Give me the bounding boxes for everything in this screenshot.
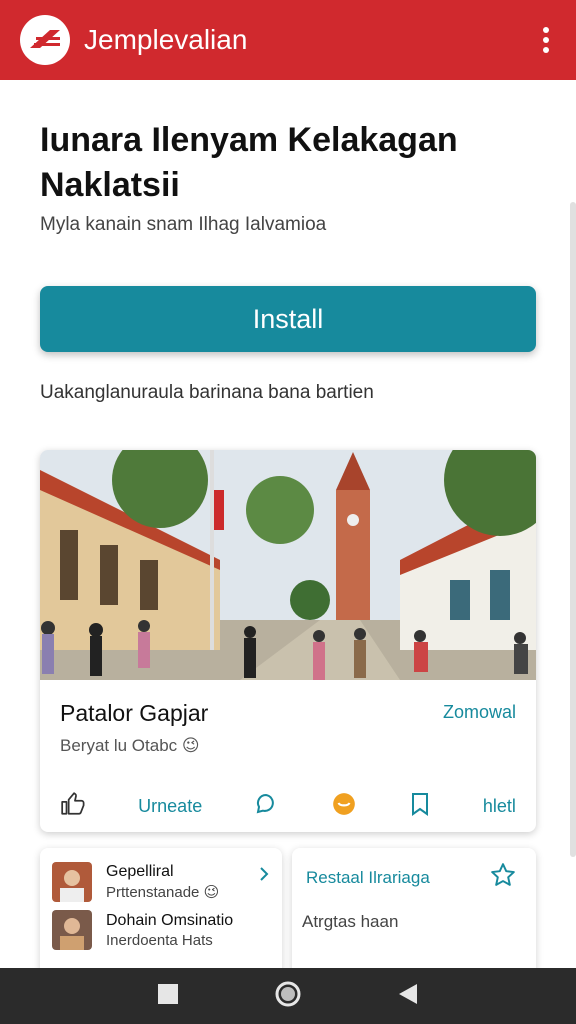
recents-square-icon[interactable] xyxy=(157,983,179,1010)
chat-bubble-icon[interactable] xyxy=(254,792,278,821)
card-actions: Urneate hletl xyxy=(40,786,536,826)
list-item-subtitle: Prttenstanade 😉 xyxy=(106,883,219,901)
back-triangle-icon[interactable] xyxy=(397,982,419,1011)
wink-emoji: 😉 xyxy=(203,884,220,901)
list-item-subtitle: Inerdoenta Hats xyxy=(106,931,213,949)
list-card: Gepelliral Prttenstanade 😉 Dohain Omsina… xyxy=(40,848,282,978)
bookmark-icon[interactable] xyxy=(409,792,431,821)
chevron-right-icon[interactable] xyxy=(258,866,270,887)
wink-emoji: 😉 xyxy=(181,736,200,755)
list-item-subtitle-text: Prttenstanade xyxy=(106,884,200,901)
brand-logo-icon[interactable] xyxy=(20,15,70,65)
emoji-heart-icon[interactable] xyxy=(331,791,357,822)
thumbs-up-icon[interactable] xyxy=(60,791,86,822)
list-item-title: Dohain Omsinatio xyxy=(106,911,234,929)
star-outline-icon[interactable] xyxy=(490,862,516,893)
home-circle-icon[interactable] xyxy=(274,980,302,1013)
feature-card[interactable]: Patalor Gapjar Zomowal Beryat lu Otabc 😉… xyxy=(40,450,536,832)
page-subtitle: Myla kanain snam Ilhag Ialvamioa xyxy=(40,214,327,235)
list-item[interactable]: Gepelliral Prttenstanade 😉 xyxy=(52,862,219,902)
rated-card-title: Restaal Ilrariaga xyxy=(306,868,430,887)
install-note: Uakanglanuraula barinana bana bartien xyxy=(40,382,374,403)
list-item-title: Gepelliral xyxy=(106,863,174,880)
card-link[interactable]: Zomowal xyxy=(443,702,516,723)
more-vert-icon[interactable] xyxy=(536,20,556,60)
street-scene-photo xyxy=(40,450,536,680)
more-button[interactable]: hletl xyxy=(483,796,516,817)
scrollbar[interactable] xyxy=(570,202,576,857)
app-title: Jemplevalian xyxy=(84,24,248,55)
card-subtitle-text: Beryat lu Otabc xyxy=(60,736,178,755)
system-nav-bar xyxy=(0,968,576,1024)
rated-card[interactable]: Restaal Ilrariaga Atrgtas haan xyxy=(292,848,536,978)
list-item[interactable]: Dohain Omsinatio Inerdoenta Hats xyxy=(52,910,233,950)
app-bar: Jemplevalian xyxy=(0,0,576,80)
main-content: Iunara Ilenyam Kelakagan Naklatsii Myla … xyxy=(0,80,576,978)
card-subtitle: Beryat lu Otabc 😉 xyxy=(60,736,200,756)
page-headline: Iunara Ilenyam Kelakagan Naklatsii xyxy=(40,121,458,204)
avatar xyxy=(52,910,92,950)
card-title: Patalor Gapjar xyxy=(60,700,209,726)
install-button[interactable]: Install xyxy=(40,286,536,352)
share-button[interactable]: Urneate xyxy=(138,796,202,817)
rated-card-subtitle: Atrgtas haan xyxy=(302,912,399,931)
avatar xyxy=(52,862,92,902)
